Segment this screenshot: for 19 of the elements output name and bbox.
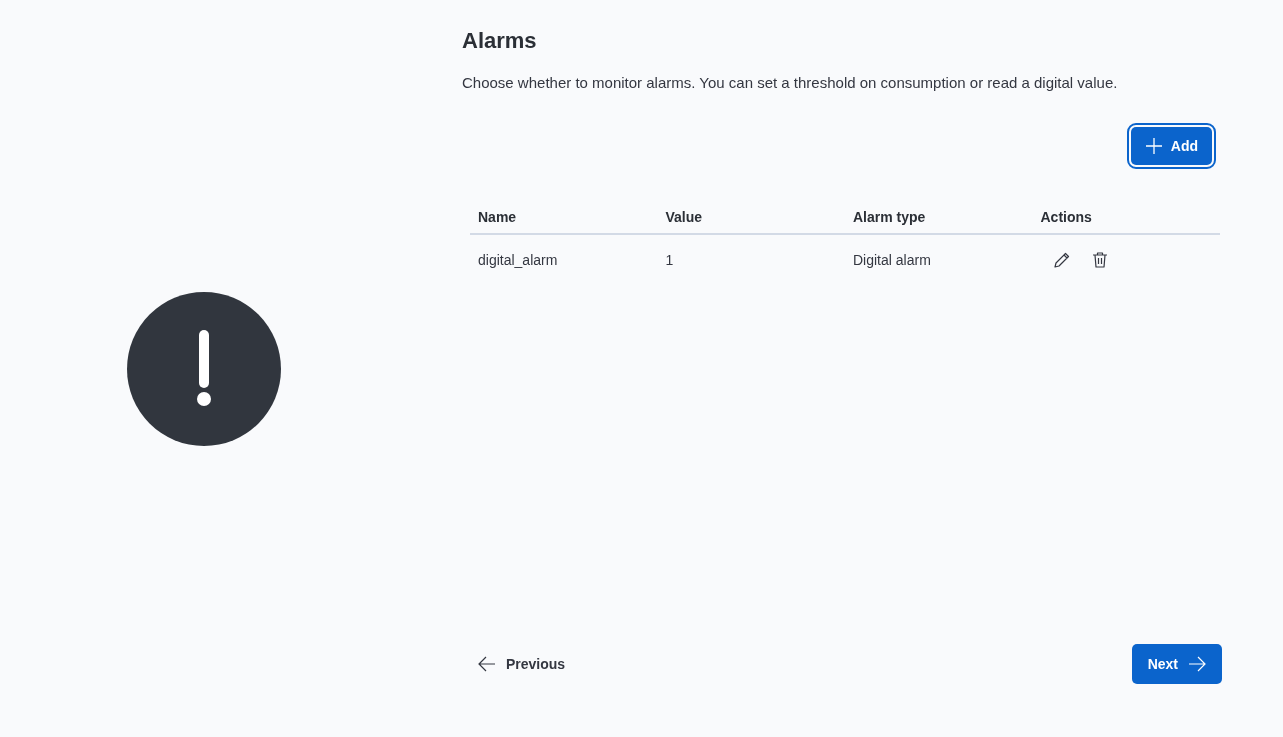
pencil-icon: [1052, 251, 1071, 269]
arrow-left-icon: [478, 656, 496, 672]
column-header: Value: [657, 201, 845, 234]
column-header: Actions: [1032, 201, 1220, 234]
column-header: Alarm type: [845, 201, 1033, 234]
description: Choose whether to monitor alarms. You can set a threshold on consumption or read a digital value.: [462, 74, 1119, 91]
plus-icon: [1144, 137, 1163, 155]
arrow-right-icon: [1188, 656, 1206, 672]
page-title: Alarms: [462, 28, 538, 54]
edit-button[interactable]: [1052, 251, 1071, 269]
trash-icon: [1090, 251, 1109, 269]
delete-button[interactable]: [1090, 251, 1109, 269]
previous-button[interactable]: Previous: [478, 656, 566, 672]
alert-icon: [127, 291, 281, 446]
table-cell: digital_alarm: [470, 234, 658, 285]
table-cell: 1: [657, 234, 845, 285]
next-button[interactable]: Next: [1131, 644, 1222, 684]
table-cell: Digital alarm: [845, 234, 1033, 285]
column-header: Name: [470, 201, 658, 234]
